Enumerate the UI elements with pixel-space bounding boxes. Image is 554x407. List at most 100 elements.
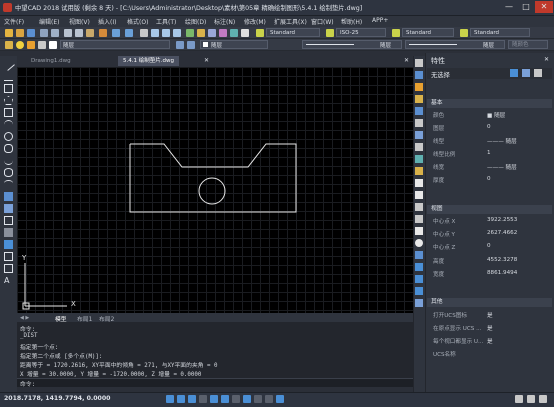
calculator-icon[interactable] [219, 29, 227, 37]
object-snap-tracking-icon[interactable] [221, 395, 229, 403]
dimension-tools-icon[interactable] [415, 299, 423, 307]
ortho-mode-icon[interactable] [188, 395, 196, 403]
copy-object-icon[interactable] [415, 71, 423, 79]
gradient-icon[interactable] [4, 240, 13, 249]
construction-line-icon[interactable] [4, 72, 13, 81]
menu-edit[interactable]: 编辑(E) [39, 17, 59, 26]
print-icon[interactable] [40, 29, 48, 37]
tool-palette-icon[interactable] [208, 29, 216, 37]
prop-value-ucs-at-origin[interactable]: 是 [487, 324, 493, 332]
tab-gasket-drawing[interactable]: 5.4.1 绘制垫片.dwg [118, 56, 179, 66]
table-style-select[interactable]: Standard [402, 28, 454, 37]
menu-express[interactable]: 扩展工具(X) [274, 17, 307, 26]
clean-screen-icon[interactable] [539, 395, 547, 403]
zoom-realtime-icon[interactable] [151, 29, 159, 37]
block-tools-icon[interactable] [415, 275, 423, 283]
text-style-select[interactable]: Standard [266, 28, 320, 37]
selection-cycling-icon[interactable] [276, 395, 284, 403]
menu-modify[interactable]: 修改(M) [244, 17, 266, 26]
prop-value-lineweight[interactable]: ——— 随层 [487, 163, 517, 171]
revision-cloud-icon[interactable] [4, 144, 13, 153]
extend-icon[interactable] [415, 191, 423, 199]
table-icon[interactable] [4, 264, 13, 273]
text-tools-icon[interactable] [415, 287, 423, 295]
section-misc[interactable]: 其他 [427, 298, 552, 307]
prop-value-ucs-icon-on[interactable]: 是 [487, 311, 493, 319]
rotate-icon[interactable] [415, 131, 423, 139]
new-file-icon[interactable] [5, 29, 13, 37]
select-objects-icon[interactable] [522, 69, 530, 77]
layer-previous-icon[interactable] [187, 41, 195, 49]
scale-icon[interactable] [415, 143, 423, 151]
polyline-icon[interactable] [4, 84, 13, 93]
menu-window[interactable]: 窗口(W) [311, 17, 334, 26]
join-icon[interactable] [415, 215, 423, 223]
minimize-button[interactable]: — [500, 1, 518, 13]
design-center-icon[interactable] [197, 29, 205, 37]
close-button[interactable]: ✕ [535, 1, 553, 13]
menu-tools[interactable]: 工具(T) [156, 17, 176, 26]
erase-icon[interactable] [415, 59, 423, 67]
region-icon[interactable] [4, 252, 13, 261]
quick-select-icon[interactable] [534, 69, 542, 77]
save-icon[interactable] [27, 29, 35, 37]
zoom-window-icon[interactable] [162, 29, 170, 37]
plot-style-select[interactable]: 随颜色 [508, 40, 548, 49]
chamfer-icon[interactable] [415, 227, 423, 235]
menu-insert[interactable]: 插入(I) [98, 17, 116, 26]
make-block-icon[interactable] [4, 204, 13, 213]
grid-display-icon[interactable] [177, 395, 185, 403]
undo-icon[interactable] [112, 29, 120, 37]
paste-icon[interactable] [86, 29, 94, 37]
annotation-scale-icon[interactable] [515, 395, 523, 403]
layer-lock-icon[interactable] [38, 41, 46, 49]
rectangle-icon[interactable] [4, 108, 13, 117]
layer-freeze-sun-icon[interactable] [27, 41, 35, 49]
object-snap-icon[interactable] [210, 395, 218, 403]
workspace-gear-icon[interactable] [527, 395, 535, 403]
ellipse-arc-icon[interactable] [4, 180, 13, 189]
snap-mode-icon[interactable] [166, 395, 174, 403]
lineweight-display-icon[interactable] [254, 395, 262, 403]
prop-value-layer[interactable]: 0 [487, 124, 491, 130]
help-icon[interactable] [241, 29, 249, 37]
section-view[interactable]: 视图 [427, 205, 552, 214]
zoom-previous-icon[interactable] [173, 29, 181, 37]
explode-icon[interactable] [415, 251, 423, 259]
point-icon[interactable] [4, 216, 13, 225]
pan-icon[interactable] [140, 29, 148, 37]
properties-icon[interactable] [186, 29, 194, 37]
prop-value-linetype[interactable]: ——— 随层 [487, 137, 517, 145]
drawing-close-icon[interactable]: ✕ [404, 57, 409, 64]
properties-close-icon[interactable]: ✕ [544, 56, 549, 63]
layer-select[interactable] [60, 40, 170, 49]
redo-icon[interactable] [125, 29, 133, 37]
tab-drawing1[interactable]: Drawing1.dwg [26, 56, 76, 66]
layout-nav-icon[interactable]: ◀ ▶ [20, 315, 29, 321]
menu-file[interactable]: 文件(F) [4, 17, 24, 26]
ellipse-icon[interactable] [4, 168, 13, 177]
dim-style-select[interactable]: ISO-25 [336, 28, 386, 37]
maximize-button[interactable]: □ [517, 1, 535, 13]
cut-icon[interactable] [64, 29, 72, 37]
menu-draw[interactable]: 绘图(D) [185, 17, 206, 26]
offset-icon[interactable] [415, 95, 423, 103]
lengthen-icon[interactable] [415, 167, 423, 175]
menu-help[interactable]: 帮助(H) [341, 17, 362, 26]
array-icon[interactable] [415, 107, 423, 115]
layer-manager-icon[interactable] [5, 41, 13, 49]
hatch-icon[interactable] [4, 228, 13, 237]
spline-icon[interactable] [4, 156, 13, 165]
command-input[interactable] [17, 378, 413, 387]
print-preview-icon[interactable] [51, 29, 59, 37]
menu-format[interactable]: 格式(O) [127, 17, 148, 26]
prop-value-ucs-per-viewport[interactable]: 是 [487, 337, 493, 345]
circle-icon[interactable] [4, 132, 13, 141]
stretch-icon[interactable] [415, 155, 423, 163]
multiline-text-icon[interactable]: A [4, 276, 13, 285]
menu-view[interactable]: 视图(V) [69, 17, 90, 26]
prop-value-color[interactable]: ■ 随层 [487, 111, 505, 119]
dynamic-input-icon[interactable] [243, 395, 251, 403]
dynamic-ucs-icon[interactable] [232, 395, 240, 403]
menu-dimension[interactable]: 标注(N) [214, 17, 235, 26]
